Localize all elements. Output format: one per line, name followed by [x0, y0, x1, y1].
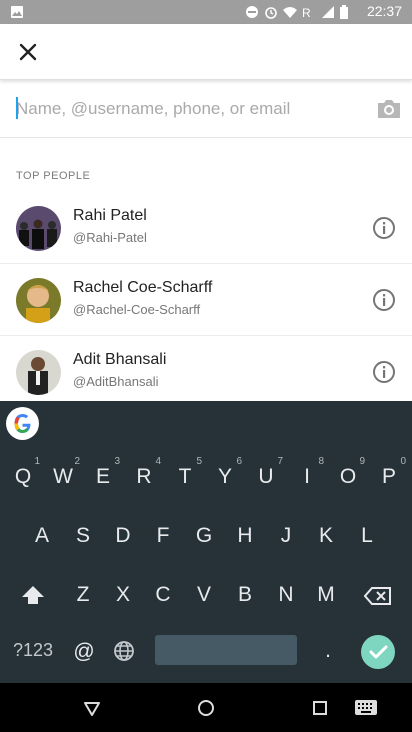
key-g[interactable]: G: [193, 524, 215, 548]
key-k[interactable]: K: [315, 524, 337, 548]
key-e[interactable]: E3: [92, 456, 120, 489]
globe-icon[interactable]: [112, 639, 136, 663]
search-input[interactable]: [16, 94, 356, 124]
people-list: Rahi Patel @Rahi-Patel Rachel Coe-Scharf…: [0, 192, 412, 408]
key-i[interactable]: I8: [296, 456, 324, 489]
key-hint: 9: [359, 456, 365, 467]
avatar: [16, 278, 61, 323]
enter-key[interactable]: [361, 635, 395, 669]
key-y[interactable]: Y6: [214, 456, 242, 489]
key-q[interactable]: Q1: [12, 456, 40, 489]
key-hint: 8: [318, 456, 324, 467]
key-b[interactable]: B: [234, 583, 256, 607]
key-n[interactable]: N: [275, 583, 297, 607]
space-key[interactable]: [155, 635, 297, 665]
key-hint: 1: [34, 456, 40, 467]
key-u[interactable]: U7: [255, 456, 283, 489]
camera-icon[interactable]: [376, 97, 402, 121]
list-item[interactable]: Adit Bhansali @AditBhansali: [0, 336, 412, 408]
info-icon[interactable]: [372, 288, 396, 312]
keyboard-switch-icon[interactable]: [354, 699, 378, 717]
status-bar: R 22:37: [0, 0, 412, 24]
recents-icon[interactable]: [310, 698, 330, 718]
key-label: E: [95, 465, 110, 488]
text-caret: [16, 97, 18, 119]
key-label: W: [53, 465, 73, 488]
navigation-bar: [0, 683, 412, 732]
info-icon[interactable]: [372, 216, 396, 240]
search-row: [0, 82, 412, 138]
key-label: I: [304, 465, 310, 488]
close-icon[interactable]: [14, 38, 42, 66]
person-handle: @AditBhansali: [73, 374, 159, 389]
key-c[interactable]: C: [152, 583, 174, 607]
key-m[interactable]: M: [315, 583, 337, 607]
key-f[interactable]: F: [152, 524, 174, 548]
key-s[interactable]: S: [72, 524, 94, 548]
key-j[interactable]: J: [275, 524, 297, 548]
person-name: Adit Bhansali: [73, 351, 167, 368]
wifi-icon: [283, 5, 297, 19]
roaming-icon: R: [302, 5, 316, 20]
signal-icon: [321, 5, 335, 19]
key-w[interactable]: W2: [52, 456, 80, 489]
key-l[interactable]: L: [356, 524, 378, 548]
key-hint: 3: [114, 456, 120, 467]
key-t[interactable]: T5: [174, 456, 202, 489]
key-v[interactable]: V: [193, 583, 215, 607]
key-hint: 5: [196, 456, 202, 467]
section-title: TOP PEOPLE: [16, 170, 91, 182]
key-label: O: [339, 465, 357, 488]
key-hint: 4: [155, 456, 161, 467]
key-hint: 7: [277, 456, 283, 467]
symbols-key[interactable]: ?123: [8, 640, 58, 661]
person-handle: @Rahi-Patel: [73, 230, 147, 245]
key-label: U: [258, 465, 274, 488]
shift-key[interactable]: [18, 583, 48, 609]
do-not-disturb-icon: [245, 5, 259, 19]
key-label: Q: [14, 465, 32, 488]
google-icon[interactable]: [6, 407, 39, 440]
avatar: [16, 350, 61, 395]
home-icon[interactable]: [196, 698, 216, 718]
key-o[interactable]: O9: [337, 456, 365, 489]
suggestion-bar: [0, 401, 412, 445]
key-label: P: [381, 465, 396, 488]
key-r[interactable]: R4: [133, 456, 161, 489]
battery-icon: [340, 5, 354, 19]
keyboard: ?123 @ . Q1W2E3R4T5Y6U7I8O9P0ASDFGHJKLZX…: [0, 401, 412, 683]
person-name: Rahi Patel: [73, 207, 147, 224]
key-x[interactable]: X: [112, 583, 134, 607]
avatar: [16, 206, 61, 251]
key-z[interactable]: Z: [72, 583, 94, 607]
key-d[interactable]: D: [112, 524, 134, 548]
image-icon: [10, 5, 24, 19]
person-handle: @Rachel-Coe-Scharff: [73, 302, 201, 317]
alarm-icon: [264, 5, 278, 19]
list-item[interactable]: Rachel Coe-Scharff @Rachel-Coe-Scharff: [0, 264, 412, 336]
key-hint: 2: [74, 456, 80, 467]
key-p[interactable]: P0: [378, 456, 406, 489]
backspace-key[interactable]: [362, 585, 394, 609]
svg-text:R: R: [302, 6, 311, 19]
list-item[interactable]: Rahi Patel @Rahi-Patel: [0, 192, 412, 264]
key-h[interactable]: H: [234, 524, 256, 548]
back-icon[interactable]: [82, 698, 102, 718]
key-hint: 0: [400, 456, 406, 467]
key-label: T: [178, 465, 192, 488]
key-a[interactable]: A: [31, 524, 53, 548]
person-name: Rachel Coe-Scharff: [73, 279, 213, 296]
period-key[interactable]: .: [318, 639, 338, 663]
status-time: 22:37: [366, 3, 402, 19]
key-hint: 6: [236, 456, 242, 467]
key-label: Y: [217, 465, 232, 488]
info-icon[interactable]: [372, 360, 396, 384]
at-key[interactable]: @: [70, 640, 98, 664]
toolbar: [0, 24, 412, 80]
key-label: R: [136, 465, 152, 488]
